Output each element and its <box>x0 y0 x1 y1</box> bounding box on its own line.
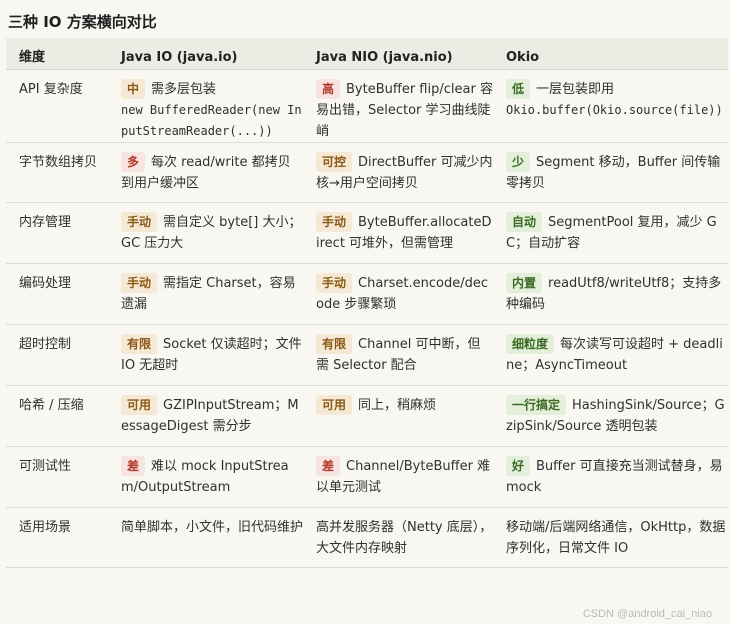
nio-cell: 手动 ByteBuffer.allocateDirect 可堆外，但需管理 <box>303 202 493 264</box>
nio-cell: 高并发服务器（Netty 底层），大文件内存映射 <box>303 507 493 568</box>
rating-badge: 自动 <box>506 211 543 232</box>
header-java-io: Java IO (java.io) <box>108 38 303 70</box>
rating-badge: 差 <box>121 455 146 476</box>
okio-cell: 细粒度 每次读写可设超时 + deadline；AsyncTimeout <box>493 324 728 386</box>
okio-cell: 低一层包装即用 Okio.buffer(Okio.source(file)) <box>493 69 728 143</box>
page-title: 三种 IO 方案横向对比 <box>8 13 157 31</box>
io-cell: 手动 需指定 Charset，容易遗漏 <box>108 263 303 325</box>
nio-cell: 可控 DirectBuffer 可减少内核→用户空间拷贝 <box>303 142 493 203</box>
io-cell: 差难以 mock InputStream/OutputStream <box>108 446 303 508</box>
rating-badge: 多 <box>121 151 146 172</box>
cell-text: ByteBuffer flip/clear 容易出错，Selector 学习曲线… <box>316 81 493 139</box>
okio-cell: 自动 SegmentPool 复用，减少 GC；自动扩容 <box>493 202 728 264</box>
table-row: 适用场景 简单脚本，小文件，旧代码维护 高并发服务器（Netty 底层），大文件内存… <box>6 507 728 568</box>
dimension-cell: 哈希 / 压缩 <box>6 385 108 447</box>
nio-cell: 有限 Channel 可中断，但需 Selector 配合 <box>303 324 493 386</box>
rating-badge: 有限 <box>121 333 158 354</box>
io-cell: 简单脚本，小文件，旧代码维护 <box>108 507 303 568</box>
code-snippet: new BufferedReader(new InputStreamReader… <box>121 102 302 138</box>
rating-badge: 手动 <box>121 211 158 232</box>
okio-cell: 一行搞定 HashingSink/Source；GzipSink/Source 透… <box>493 385 728 447</box>
header-dimension: 维度 <box>6 38 108 70</box>
okio-cell: 内置 readUtf8/writeUtf8；支持多种编码 <box>493 263 728 325</box>
nio-cell: 手动 Charset.encode/decode 步骤繁琐 <box>303 263 493 325</box>
rating-badge: 一行搞定 <box>506 394 567 415</box>
table-row: 内存管理 手动 需自定义 byte[] 大小；GC 压力大 手动 ByteBuffer.… <box>6 202 728 264</box>
header-java-nio: Java NIO (java.nio) <box>303 38 493 70</box>
dimension-cell: 可测试性 <box>6 446 108 508</box>
io-cell: 可用 GZIPInputStream；MessageDigest 需分步 <box>108 385 303 447</box>
code-snippet: Okio.buffer(Okio.source(file)) <box>506 102 723 117</box>
dimension-cell: API 复杂度 <box>6 69 108 143</box>
cell-text: Channel/ByteBuffer 难以单元测试 <box>316 458 491 495</box>
okio-cell: 移动端/后端网络通信，OkHttp，数据序列化，日常文件 IO <box>493 507 728 568</box>
cell-text: 一层包装即用 <box>536 81 615 97</box>
table-row: 超时控制 有限 Socket 仅读超时；文件 IO 无超时 有限 Channel 可中断… <box>6 324 728 386</box>
rating-badge: 可用 <box>121 394 158 415</box>
rating-badge: 有限 <box>316 333 353 354</box>
table-row: API 复杂度中需多层包装 new BufferedReader(new Inpu… <box>6 69 728 143</box>
header-okio: Okio <box>493 38 728 70</box>
rating-badge: 手动 <box>121 272 158 293</box>
rating-badge: 手动 <box>316 272 353 293</box>
cell-text: 需多层包装 <box>151 81 217 97</box>
io-cell: 有限 Socket 仅读超时；文件 IO 无超时 <box>108 324 303 386</box>
table-row: 可测试性差难以 mock InputStream/OutputStream 差 Ch… <box>6 446 728 508</box>
cell-text: 高并发服务器（Netty 底层），大文件内存映射 <box>316 519 493 556</box>
okio-cell: 少 Segment 移动，Buffer 间传输零拷贝 <box>493 142 728 203</box>
table-row: 编码处理 手动 需指定 Charset，容易遗漏 手动 Charset.encode/d… <box>6 263 728 325</box>
table-row: 字节数组拷贝多每次 read/write 都拷贝到用户缓冲区 可控 DirectBu… <box>6 142 728 203</box>
rating-badge: 内置 <box>506 272 543 293</box>
io-cell: 多每次 read/write 都拷贝到用户缓冲区 <box>108 142 303 203</box>
io-cell: 手动 需自定义 byte[] 大小；GC 压力大 <box>108 202 303 264</box>
rating-badge: 高 <box>316 78 341 99</box>
dimension-cell: 编码处理 <box>6 263 108 325</box>
rating-badge: 细粒度 <box>506 333 555 354</box>
comparison-table: 维度 Java IO (java.io) Java NIO (java.nio)… <box>6 38 728 568</box>
cell-text: 简单脚本，小文件，旧代码维护 <box>121 519 303 535</box>
cell-text: Segment 移动，Buffer 间传输零拷贝 <box>506 154 721 191</box>
table-header-row: 维度 Java IO (java.io) Java NIO (java.nio)… <box>6 38 728 70</box>
rating-badge: 好 <box>506 455 531 476</box>
cell-text: 每次 read/write 都拷贝到用户缓冲区 <box>121 154 291 191</box>
dimension-cell: 适用场景 <box>6 507 108 568</box>
rating-badge: 低 <box>506 78 531 99</box>
rating-badge: 少 <box>506 151 531 172</box>
rating-badge: 中 <box>121 78 146 99</box>
dimension-cell: 超时控制 <box>6 324 108 386</box>
watermark: CSDN @android_cai_niao <box>582 608 712 620</box>
nio-cell: 差 Channel/ByteBuffer 难以单元测试 <box>303 446 493 508</box>
nio-cell: 可用 同上，稍麻烦 <box>303 385 493 447</box>
cell-text: 难以 mock InputStream/OutputStream <box>121 458 289 495</box>
io-cell: 中需多层包装 new BufferedReader(new InputStream… <box>108 69 303 143</box>
rating-badge: 手动 <box>316 211 353 232</box>
rating-badge: 可用 <box>316 394 353 415</box>
cell-text: 同上，稍麻烦 <box>358 397 437 413</box>
cell-text: 移动端/后端网络通信，OkHttp，数据序列化，日常文件 IO <box>506 519 726 556</box>
dimension-cell: 内存管理 <box>6 202 108 264</box>
okio-cell: 好 Buffer 可直接充当测试替身，易 mock <box>493 446 728 508</box>
dimension-cell: 字节数组拷贝 <box>6 142 108 203</box>
rating-badge: 可控 <box>316 151 353 172</box>
nio-cell: 高 ByteBuffer flip/clear 容易出错，Selector 学习曲… <box>303 69 493 143</box>
table-row: 哈希 / 压缩 可用 GZIPInputStream；MessageDigest 需… <box>6 385 728 447</box>
cell-text: Buffer 可直接充当测试替身，易 mock <box>506 458 723 495</box>
rating-badge: 差 <box>316 455 341 476</box>
